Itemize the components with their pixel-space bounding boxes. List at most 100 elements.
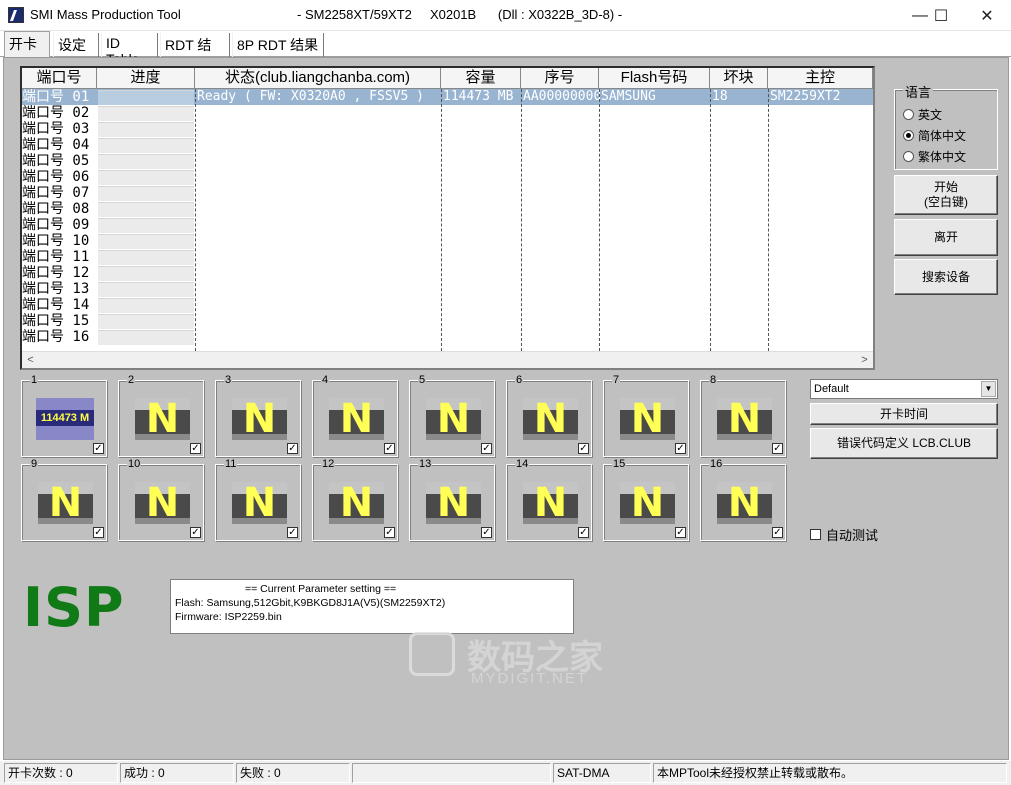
- slot-checkbox[interactable]: ✓: [675, 443, 686, 454]
- radio-label: 英文: [918, 108, 943, 122]
- table-row[interactable]: 端口号 15: [22, 313, 873, 329]
- table-row[interactable]: 端口号 10: [22, 233, 873, 249]
- progress-cell: [98, 202, 194, 217]
- scroll-right-icon[interactable]: >: [856, 352, 873, 369]
- open-time-button[interactable]: 开卡时间: [810, 403, 998, 425]
- table-row[interactable]: 端口号 06: [22, 169, 873, 185]
- col-serial[interactable]: 序号: [521, 68, 599, 89]
- slot-checkbox[interactable]: ✓: [384, 527, 395, 538]
- device-slot[interactable]: 13 N ✓: [409, 458, 495, 541]
- port-label: 端口号 13: [22, 281, 90, 297]
- col-controller[interactable]: 主控: [768, 68, 873, 89]
- device-slot[interactable]: 6 N ✓: [506, 374, 592, 457]
- scroll-left-icon[interactable]: <: [22, 352, 39, 369]
- tab-rdt-result[interactable]: RDT 结果: [160, 33, 230, 73]
- device-slot[interactable]: 5 N ✓: [409, 374, 495, 457]
- chevron-down-icon[interactable]: ▼: [981, 381, 996, 397]
- table-row[interactable]: 端口号 07: [22, 185, 873, 201]
- device-slot[interactable]: 8 N ✓: [700, 374, 786, 457]
- no-device-icon: N: [717, 480, 772, 526]
- port-label: 端口号 08: [22, 201, 90, 217]
- start-button[interactable]: 开始 (空白键): [894, 175, 998, 215]
- start-label: 开始: [933, 180, 958, 194]
- slot-checkbox[interactable]: ✓: [578, 527, 589, 538]
- table-row[interactable]: 端口号 02: [22, 105, 873, 121]
- capacity-cell: 114473 MB: [443, 89, 514, 104]
- table-row[interactable]: 端口号 14: [22, 297, 873, 313]
- horizontal-scrollbar[interactable]: < >: [22, 351, 873, 368]
- slot-checkbox[interactable]: ✓: [190, 443, 201, 454]
- device-slot[interactable]: 2 N ✓: [118, 374, 204, 457]
- table-row[interactable]: 端口号 09: [22, 217, 873, 233]
- col-bad-blocks[interactable]: 坏块: [710, 68, 768, 89]
- table-row[interactable]: 端口号 05: [22, 153, 873, 169]
- radio-dot-icon: [903, 151, 914, 162]
- device-slot[interactable]: 12 N ✓: [312, 458, 398, 541]
- table-row[interactable]: 端口号 12: [22, 265, 873, 281]
- col-capacity[interactable]: 容量: [441, 68, 521, 89]
- slot-checkbox[interactable]: ✓: [287, 527, 298, 538]
- parameter-box: == Current Parameter setting == Flash: S…: [170, 579, 574, 634]
- tab-8p-rdt-result[interactable]: 8P RDT 结果: [232, 33, 324, 57]
- column-divider: [521, 89, 522, 351]
- device-slot[interactable]: 11 N ✓: [215, 458, 301, 541]
- table-row[interactable]: 端口号 13: [22, 281, 873, 297]
- table-row[interactable]: 端口号 11: [22, 249, 873, 265]
- progress-cell: [98, 154, 194, 169]
- slot-checkbox[interactable]: ✓: [93, 527, 104, 538]
- port-table[interactable]: 端口号 进度 状态(club.liangchanba.com) 容量 序号 Fl…: [20, 66, 875, 370]
- watermark-logo-icon: [409, 632, 455, 676]
- table-row[interactable]: 端口号 04: [22, 137, 873, 153]
- bad-blocks-cell: 18: [712, 89, 728, 104]
- device-slot[interactable]: 9 N ✓: [21, 458, 107, 541]
- col-flash[interactable]: Flash号码: [599, 68, 710, 89]
- slot-checkbox[interactable]: ✓: [481, 527, 492, 538]
- table-row[interactable]: 端口号 03: [22, 121, 873, 137]
- flash-cell: SAMSUNG: [601, 89, 656, 104]
- slot-checkbox[interactable]: ✓: [578, 443, 589, 454]
- no-device-icon: N: [426, 396, 481, 442]
- slot-checkbox[interactable]: ✓: [287, 443, 298, 454]
- slot-checkbox[interactable]: ✓: [772, 443, 783, 454]
- error-code-button[interactable]: 错误代码定义 LCB.CLUB: [810, 428, 998, 459]
- device-slot[interactable]: 16 N ✓: [700, 458, 786, 541]
- radio-traditional-chinese[interactable]: 繁体中文: [903, 148, 966, 165]
- profile-select[interactable]: Default ▼: [810, 379, 998, 399]
- title-detail: - SM2258XT/59XT2 X0201B (Dll : X0322B_3D…: [297, 7, 623, 22]
- device-slot[interactable]: 3 N ✓: [215, 374, 301, 457]
- table-row[interactable]: 端口号 16: [22, 329, 873, 345]
- exit-button[interactable]: 离开: [894, 219, 998, 256]
- device-slot[interactable]: 10 N ✓: [118, 458, 204, 541]
- device-slot[interactable]: 1 114473 M ✓: [21, 374, 107, 457]
- auto-test-checkbox[interactable]: 自动测试: [810, 525, 878, 544]
- slot-checkbox[interactable]: ✓: [481, 443, 492, 454]
- radio-simplified-chinese[interactable]: 简体中文: [903, 127, 966, 144]
- progress-cell: [98, 122, 194, 137]
- col-progress[interactable]: 进度: [97, 68, 195, 89]
- slot-checkbox[interactable]: ✓: [93, 443, 104, 454]
- tab-open-card[interactable]: 开卡: [4, 31, 50, 57]
- tab-settings[interactable]: 设定: [53, 33, 99, 57]
- slot-checkbox[interactable]: ✓: [384, 443, 395, 454]
- slot-checkbox[interactable]: ✓: [190, 527, 201, 538]
- device-slot[interactable]: 15 N ✓: [603, 458, 689, 541]
- radio-label: 繁体中文: [918, 150, 967, 164]
- col-status[interactable]: 状态(club.liangchanba.com): [195, 68, 441, 89]
- close-button[interactable]: ✕: [964, 0, 1010, 31]
- port-label: 端口号 11: [22, 249, 90, 265]
- tab-id-table[interactable]: ID Table: [101, 33, 158, 67]
- title-bar: SMI Mass Production Tool - SM2258XT/59XT…: [0, 0, 1011, 31]
- col-port[interactable]: 端口号: [22, 68, 97, 89]
- no-device-icon: N: [329, 396, 384, 442]
- table-row[interactable]: 端口号 08: [22, 201, 873, 217]
- table-row[interactable]: 端口号 01 Ready ( FW: X0320A0 , FSSV5 ) 114…: [22, 89, 873, 105]
- search-devices-button[interactable]: 搜索设备: [894, 259, 998, 295]
- slot-checkbox[interactable]: ✓: [772, 527, 783, 538]
- device-slot[interactable]: 4 N ✓: [312, 374, 398, 457]
- device-slot[interactable]: 7 N ✓: [603, 374, 689, 457]
- maximize-button[interactable]: ☐: [918, 0, 964, 31]
- auto-test-label: 自动测试: [826, 528, 879, 543]
- slot-checkbox[interactable]: ✓: [675, 527, 686, 538]
- radio-english[interactable]: 英文: [903, 106, 942, 123]
- device-slot[interactable]: 14 N ✓: [506, 458, 592, 541]
